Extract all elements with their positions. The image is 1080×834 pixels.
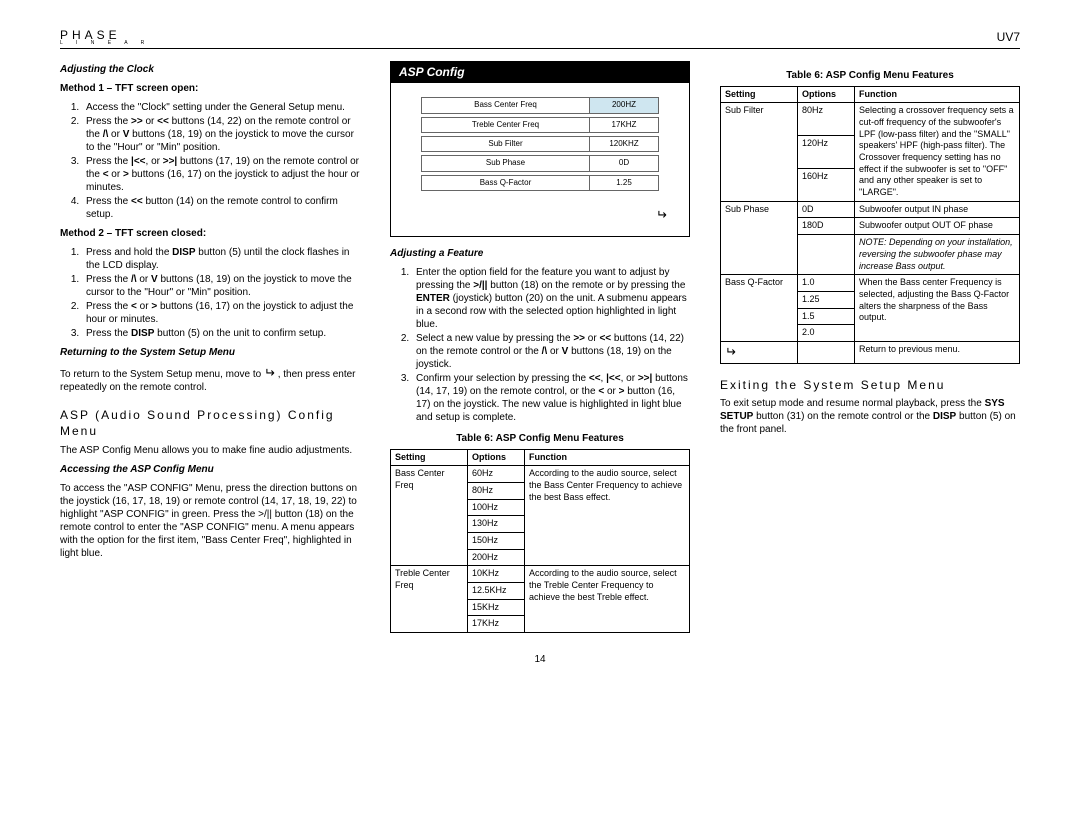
brand-sub: L I N E A R xyxy=(60,41,150,46)
asp-row: Sub Phase 0D xyxy=(421,155,659,171)
list-item: Confirm your selection by pressing the <… xyxy=(412,372,690,424)
list-item: Press the DISP button (5) on the unit to… xyxy=(82,327,360,340)
list-item: Press the < or > buttons (16, 17) on the… xyxy=(82,300,360,326)
heading-accessing-asp: Accessing the ASP Config Menu xyxy=(60,463,360,476)
th-setting: Setting xyxy=(721,86,798,103)
return-icon: ↵ xyxy=(401,194,679,225)
model-label: UV7 xyxy=(997,30,1020,46)
list-item: Select a new value by pressing the >> or… xyxy=(412,332,690,371)
content-columns: Adjusting the Clock Method 1 – TFT scree… xyxy=(60,61,1020,634)
asp-features-table-2: Setting Options Function Sub Filter80HzS… xyxy=(720,86,1020,364)
th-options: Options xyxy=(798,86,855,103)
asp-row: Bass Center Freq 200HZ xyxy=(421,97,659,113)
list-item: Press the /\ or V buttons (18, 19) on th… xyxy=(82,273,360,299)
asp-row: Treble Center Freq 17KHZ xyxy=(421,117,659,133)
column-2: ASP Config Bass Center Freq 200HZ Treble… xyxy=(390,61,690,634)
th-options: Options xyxy=(468,449,525,466)
method2-steps: Press and hold the DISP button (5) until… xyxy=(60,246,360,340)
asp-intro: The ASP Config Menu allows you to make f… xyxy=(60,444,360,457)
heading-returning: Returning to the System Setup Menu xyxy=(60,346,360,359)
table-caption: Table 6: ASP Config Menu Features xyxy=(720,69,1020,82)
asp-panel-title: ASP Config xyxy=(391,62,689,84)
heading-exiting: Exiting the System Setup Menu xyxy=(720,378,1020,394)
accessing-text: To access the "ASP CONFIG" Menu, press t… xyxy=(60,482,360,560)
asp-rows: Bass Center Freq 200HZ Treble Center Fre… xyxy=(401,97,679,191)
heading-adjusting-feature: Adjusting a Feature xyxy=(390,247,690,260)
list-item: Press the |<<, or >>| buttons (17, 19) o… xyxy=(82,155,360,194)
th-setting: Setting xyxy=(391,449,468,466)
th-function: Function xyxy=(525,449,690,466)
th-function: Function xyxy=(855,86,1020,103)
page-header: PHASE L I N E A R UV7 xyxy=(60,30,1020,49)
method1-steps: Access the "Clock" setting under the Gen… xyxy=(60,101,360,221)
page-number: 14 xyxy=(60,653,1020,666)
heading-method1: Method 1 – TFT screen open: xyxy=(60,82,360,95)
column-1: Adjusting the Clock Method 1 – TFT scree… xyxy=(60,61,360,634)
asp-features-table-1: Setting Options Function Bass Center Fre… xyxy=(390,449,690,634)
list-item: Enter the option field for the feature y… xyxy=(412,266,690,331)
list-item: Press the >> or << buttons (14, 22) on t… xyxy=(82,115,360,154)
heading-adjusting-clock: Adjusting the Clock xyxy=(60,63,360,76)
return-icon: ↵ xyxy=(264,365,275,382)
list-item: Press and hold the DISP button (5) until… xyxy=(82,246,360,272)
page: PHASE L I N E A R UV7 Adjusting the Cloc… xyxy=(60,30,1020,666)
brand-logo: PHASE L I N E A R xyxy=(60,30,150,45)
heading-method2: Method 2 – TFT screen closed: xyxy=(60,227,360,240)
heading-asp-config-menu: ASP (Audio Sound Processing) Config Menu xyxy=(60,408,360,439)
asp-config-panel: ASP Config Bass Center Freq 200HZ Treble… xyxy=(390,61,690,237)
exiting-text: To exit setup mode and resume normal pla… xyxy=(720,397,1020,436)
adjusting-steps: Enter the option field for the feature y… xyxy=(390,266,690,424)
table-caption: Table 6: ASP Config Menu Features xyxy=(390,432,690,445)
asp-row: Sub Filter 120KHZ xyxy=(421,136,659,152)
list-item: Press the << button (14) on the remote c… xyxy=(82,195,360,221)
asp-row: Bass Q-Factor 1.25 xyxy=(421,175,659,191)
list-item: Access the "Clock" setting under the Gen… xyxy=(82,101,360,114)
return-icon-cell: ↵ xyxy=(721,341,798,363)
column-3: Table 6: ASP Config Menu Features Settin… xyxy=(720,61,1020,634)
returning-text: To return to the System Setup menu, move… xyxy=(60,365,360,395)
